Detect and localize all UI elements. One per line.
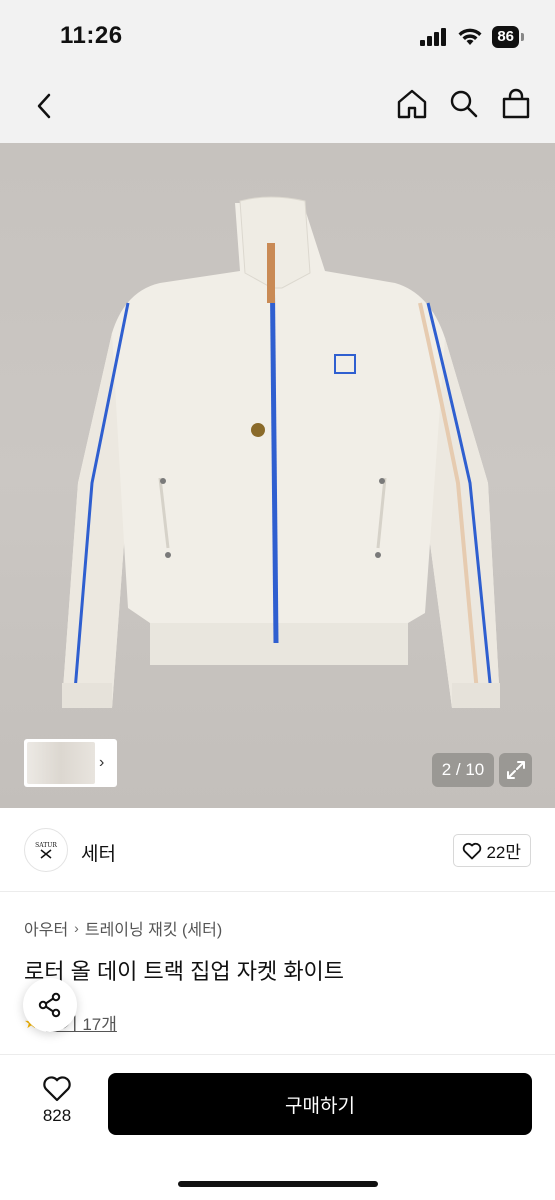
share-icon [38, 992, 61, 1018]
home-icon [397, 89, 427, 119]
bottom-action-bar: 828 구매하기 [0, 1054, 555, 1200]
product-photo [62, 196, 500, 708]
heart-icon [43, 1076, 71, 1102]
back-button[interactable] [26, 88, 62, 124]
nav-bar [0, 70, 555, 143]
home-indicator [178, 1181, 378, 1187]
status-time: 11:26 [60, 22, 123, 49]
brand-like-button[interactable]: 22만 [453, 834, 531, 867]
battery-indicator: 86 [492, 26, 524, 48]
chevron-right-icon: › [74, 920, 79, 936]
image-counter: 2 / 10 [432, 753, 494, 787]
breadcrumb-item-training-jacket[interactable]: 트레이닝 재킷 (세터) [85, 916, 222, 940]
brand-emblem-icon [40, 848, 52, 859]
shopping-bag-icon [502, 88, 530, 119]
back-icon [37, 93, 51, 119]
brand-name[interactable]: 세터 [81, 839, 116, 866]
expand-button[interactable] [499, 753, 532, 787]
breadcrumb: 아우터 › 트레이닝 재킷 (세터) [24, 916, 222, 940]
brand-like-count: 22만 [486, 843, 521, 862]
brand-logo[interactable]: SATUR [24, 828, 68, 872]
chevron-right-icon: › [99, 754, 105, 771]
expand-icon [506, 761, 525, 779]
status-icons: 86 [420, 26, 524, 48]
product-image-gallery[interactable]: › 2 / 10 [0, 143, 555, 808]
breadcrumb-item-outer[interactable]: 아우터 [24, 916, 68, 940]
brand-logo-text: SATUR [35, 841, 57, 849]
brand-row: SATUR 세터 22만 [0, 808, 555, 892]
thumbnail-image[interactable] [27, 742, 95, 784]
product-title: 로터 올 데이 트랙 집업 자켓 화이트 [24, 959, 345, 984]
nav-actions [395, 86, 533, 122]
search-icon [450, 90, 478, 118]
wishlist-button[interactable]: 828 [30, 1075, 84, 1126]
buy-button[interactable]: 구매하기 [108, 1073, 532, 1135]
home-button[interactable] [395, 86, 429, 122]
search-button[interactable] [447, 86, 481, 122]
wifi-icon [458, 28, 482, 45]
thumbnail-strip[interactable]: › [24, 739, 117, 787]
status-bar: 11:26 86 [0, 0, 555, 70]
heart-icon [463, 842, 482, 859]
cart-button[interactable] [499, 86, 533, 122]
share-button[interactable] [23, 978, 77, 1032]
cellular-signal-icon [420, 28, 447, 46]
wishlist-count: 828 [42, 1106, 72, 1125]
